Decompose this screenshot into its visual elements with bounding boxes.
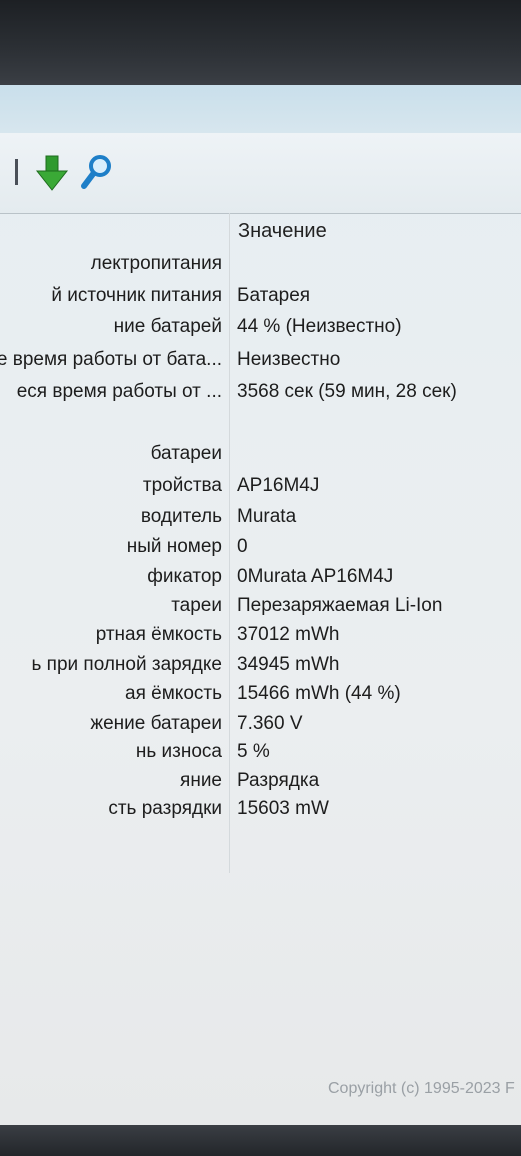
arrow-down-icon[interactable] bbox=[32, 153, 72, 193]
row-value: 15466 mWh (44 %) bbox=[237, 683, 401, 704]
row-value: AP16M4J bbox=[237, 475, 320, 496]
table-row[interactable]: ая ёмкость 15466 mWh (44 %) bbox=[0, 679, 521, 709]
row-label: ние батарей bbox=[113, 316, 222, 337]
copyright-text: Copyright (c) 1995-2023 F bbox=[328, 1080, 515, 1097]
table-row[interactable]: сть разрядки 15603 mW bbox=[0, 794, 521, 824]
column-header-value[interactable]: Значение bbox=[238, 220, 327, 243]
table-row[interactable]: ный номер 0 bbox=[0, 532, 521, 562]
row-label: фикатор bbox=[147, 566, 222, 587]
row-value: 0Murata AP16M4J bbox=[237, 566, 394, 587]
row-value: 37012 mWh bbox=[237, 624, 340, 645]
table-row[interactable] bbox=[0, 408, 521, 438]
row-value: Перезаряжаемая Li-Ion bbox=[237, 595, 443, 616]
row-value: 15603 mW bbox=[237, 798, 329, 819]
table-row[interactable]: батареи bbox=[0, 439, 521, 469]
table-row[interactable]: ртная ёмкость 37012 mWh bbox=[0, 620, 521, 650]
row-label: сть разрядки bbox=[108, 798, 222, 819]
row-value: 44 % (Неизвестно) bbox=[237, 316, 402, 337]
row-label: ртная ёмкость bbox=[95, 624, 222, 645]
table-row[interactable]: й источник питания Батарея bbox=[0, 281, 521, 311]
row-label: еся время работы от ... bbox=[16, 381, 222, 402]
row-label: тареи bbox=[171, 595, 222, 616]
table-row[interactable]: лектропитания bbox=[0, 249, 521, 279]
row-value: 7.360 V bbox=[237, 713, 303, 734]
table-row[interactable]: жение батареи 7.360 V bbox=[0, 709, 521, 739]
row-value: 34945 mWh bbox=[237, 654, 340, 675]
table-row[interactable]: нь износа 5 % bbox=[0, 737, 521, 767]
toolbar bbox=[0, 133, 521, 214]
toolbar-separator bbox=[15, 159, 18, 185]
table-row[interactable]: еся время работы от ... 3568 сек (59 мин… bbox=[0, 377, 521, 407]
table-header[interactable]: Значение bbox=[0, 213, 521, 249]
table-row[interactable]: яние Разрядка bbox=[0, 766, 521, 796]
row-value: Разрядка bbox=[237, 770, 320, 791]
table-row[interactable]: тареи Перезаряжаемая Li-Ion bbox=[0, 591, 521, 621]
row-label: яние bbox=[180, 770, 222, 791]
row-value: 0 bbox=[237, 536, 248, 557]
row-label: ая ёмкость bbox=[125, 683, 222, 704]
row-label: нь износа bbox=[135, 741, 222, 762]
application-window: Значение лектропитания й источник питани… bbox=[0, 85, 521, 1125]
row-value: Батарея bbox=[237, 285, 311, 306]
window-titlebar bbox=[0, 85, 521, 134]
row-label: батареи bbox=[150, 443, 222, 464]
row-value: Murata bbox=[237, 506, 297, 527]
row-value: 5 % bbox=[237, 741, 270, 762]
row-label: й источник питания bbox=[51, 285, 222, 306]
row-label: лектропитания bbox=[90, 253, 222, 274]
table-row[interactable]: ь при полной зарядке 34945 mWh bbox=[0, 650, 521, 680]
row-label: водитель bbox=[140, 506, 222, 527]
screen-bezel-bottom bbox=[0, 1125, 521, 1156]
table-row[interactable]: ние батарей 44 % (Неизвестно) bbox=[0, 312, 521, 342]
row-label: ь при полной зарядке bbox=[31, 654, 222, 675]
table-row[interactable]: водитель Murata bbox=[0, 502, 521, 532]
table-row[interactable]: тройства AP16M4J bbox=[0, 471, 521, 501]
row-label: ный номер bbox=[126, 536, 222, 557]
row-label: е время работы от бата... bbox=[0, 349, 222, 370]
table-row[interactable]: е время работы от бата... Неизвестно bbox=[0, 345, 521, 375]
row-label: тройства bbox=[142, 475, 222, 496]
table-row[interactable]: фикатор 0Murata AP16M4J bbox=[0, 562, 521, 592]
screen-bezel-top bbox=[0, 0, 521, 85]
row-label: жение батареи bbox=[90, 713, 222, 734]
row-value: Неизвестно bbox=[237, 349, 341, 370]
magnifier-icon[interactable] bbox=[80, 153, 114, 191]
row-value: 3568 сек (59 мин, 28 сек) bbox=[237, 381, 457, 402]
